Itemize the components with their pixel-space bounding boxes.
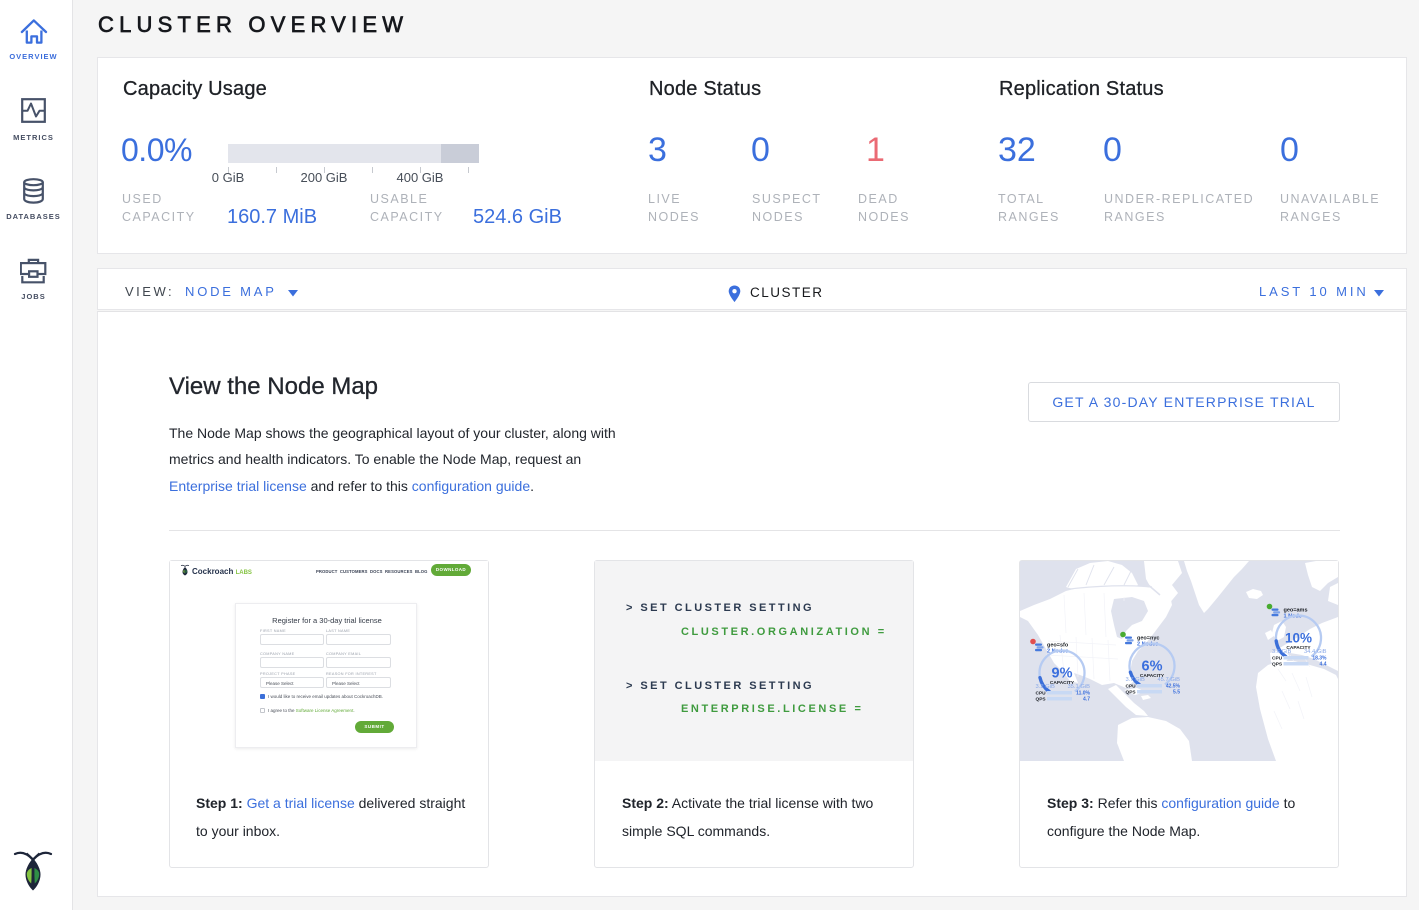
svg-text:4.7: 4.7 <box>1083 697 1090 703</box>
svg-text:34.4 GiB: 34.4 GiB <box>1304 649 1327 655</box>
svg-text:4.4: 4.4 <box>1320 662 1327 668</box>
svg-text:3.7 GiB: 3.7 GiB <box>1126 677 1145 683</box>
svg-text:3.2 GiB: 3.2 GiB <box>1036 684 1055 690</box>
svg-text:CPU: CPU <box>1036 691 1047 697</box>
svg-text:5.5: 5.5 <box>1173 690 1180 696</box>
svg-text:CPU: CPU <box>1272 656 1283 662</box>
svg-text:6%: 6% <box>1142 659 1163 675</box>
svg-text:35.1 GiB: 35.1 GiB <box>1067 684 1090 690</box>
svg-text:10%: 10% <box>1285 631 1312 646</box>
svg-text:3.6 GiB: 3.6 GiB <box>1272 649 1291 655</box>
svg-text:QPS: QPS <box>1036 697 1047 703</box>
svg-text:QPS: QPS <box>1126 690 1137 696</box>
svg-text:QPS: QPS <box>1272 662 1283 668</box>
svg-text:45.7 GiB: 45.7 GiB <box>1157 677 1180 683</box>
svg-text:9%: 9% <box>1052 666 1073 682</box>
svg-text:CPU: CPU <box>1126 684 1137 690</box>
